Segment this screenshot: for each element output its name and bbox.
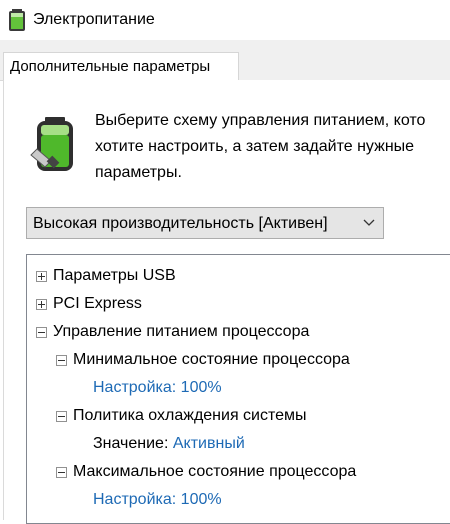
tree-item-label: Управление питанием процессора <box>53 323 310 340</box>
tab-label: Дополнительные параметры <box>10 58 211 75</box>
expand-icon[interactable] <box>36 271 47 282</box>
tree-item-label: PCI Express <box>53 295 142 312</box>
collapse-icon[interactable] <box>36 327 47 338</box>
collapse-icon[interactable] <box>56 355 67 366</box>
power-plan-select[interactable]: Высокая производительность [Активен] <box>26 207 384 239</box>
tree-setting-min-state: Настройка: 100% <box>93 375 222 401</box>
tree-item-label: Минимальное состояние процессора <box>73 351 350 368</box>
description-text: Выберите схему управления питанием, кото… <box>95 112 426 181</box>
collapse-icon[interactable] <box>56 467 67 478</box>
chevron-down-icon <box>363 219 375 226</box>
advanced-settings-panel: Выберите схему управления питанием, кото… <box>3 80 450 524</box>
tree-item-label: Максимальное состояние процессора <box>73 463 357 480</box>
tree-setting-max-state: Настройка: 100% <box>93 487 222 513</box>
tree-item-label: Параметры USB <box>53 267 176 284</box>
title-bar[interactable]: Электропитание <box>0 0 450 40</box>
power-plan-value: Высокая производительность [Активен] <box>33 215 328 232</box>
power-options-icon <box>9 9 25 31</box>
settings-tree[interactable]: Параметры USB PCI Express Управление пит… <box>26 254 450 524</box>
collapse-icon[interactable] <box>56 411 67 422</box>
setting-value-link[interactable]: 100% <box>181 491 222 508</box>
window-title: Электропитание <box>33 11 155 28</box>
setting-value-link[interactable]: 100% <box>181 379 222 396</box>
tree-item-label: Политика охлаждения системы <box>73 407 307 424</box>
tab-advanced-settings[interactable]: Дополнительные параметры <box>3 52 239 80</box>
tab-strip: Дополнительные параметры <box>0 40 450 81</box>
battery-plug-icon <box>30 117 73 171</box>
tree-setting-cooling: Значение: Активный <box>93 431 245 457</box>
setting-label: Значение: <box>93 435 169 452</box>
expand-icon[interactable] <box>36 299 47 310</box>
setting-label: Настройка: <box>93 379 177 396</box>
setting-label: Настройка: <box>93 491 177 508</box>
setting-value-link[interactable]: Активный <box>173 435 245 452</box>
